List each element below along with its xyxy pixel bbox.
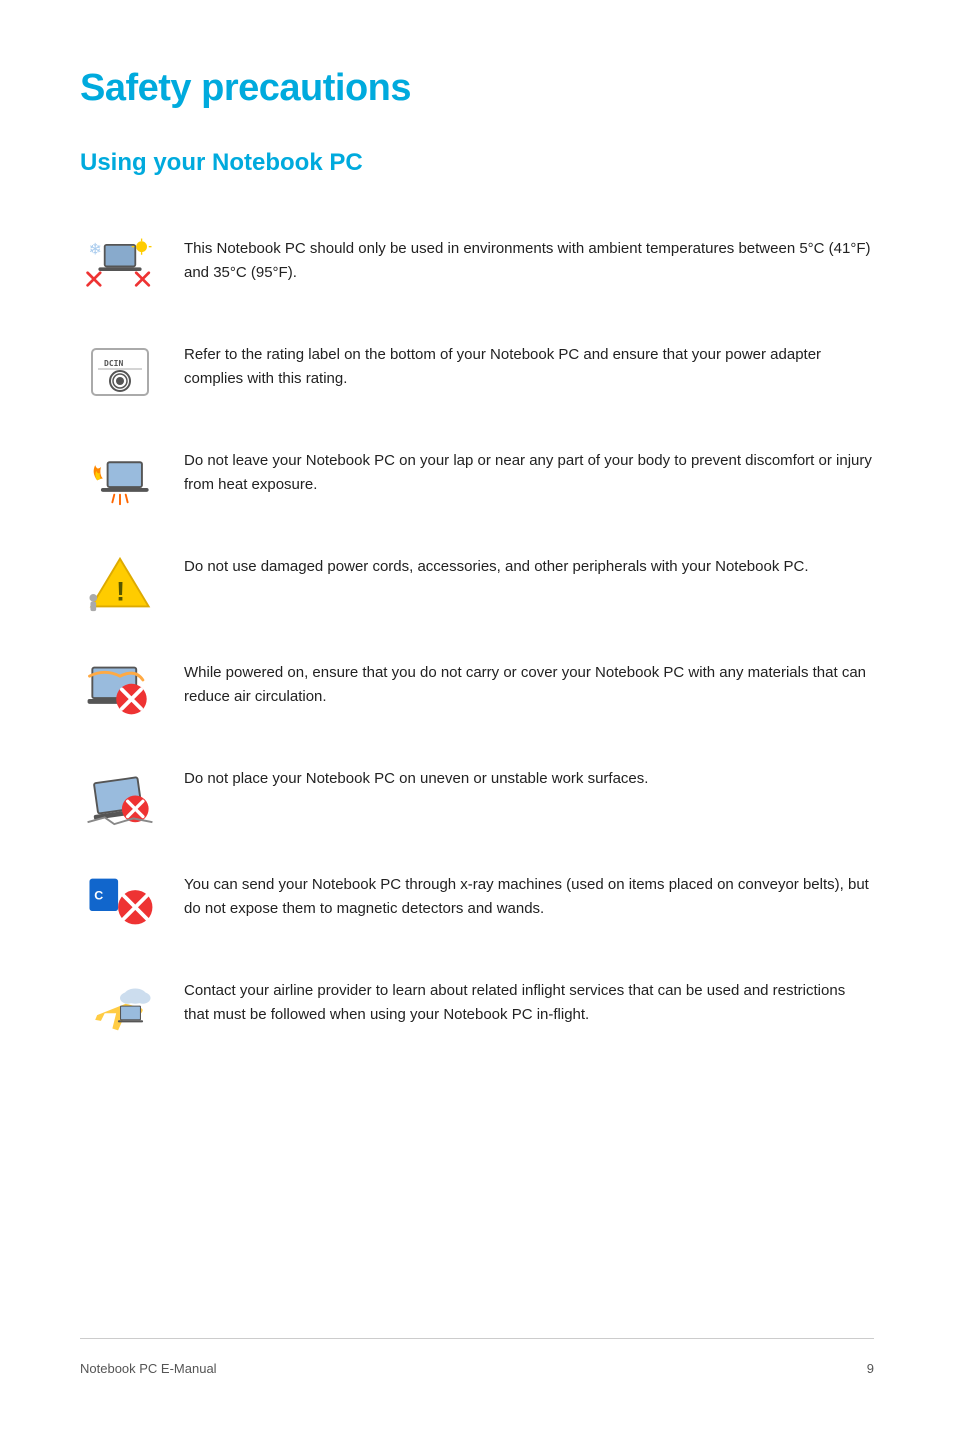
section-title: Using your Notebook PC bbox=[80, 145, 874, 181]
list-item: Do not place your Notebook PC on uneven … bbox=[80, 743, 874, 849]
temperature-icon: ❄ bbox=[80, 231, 160, 301]
svg-text:DCIN: DCIN bbox=[104, 359, 123, 368]
list-item: Do not leave your Notebook PC on your la… bbox=[80, 425, 874, 531]
safety-items-list: ❄ bbox=[80, 213, 874, 1061]
item-text-rating: Refer to the rating label on the bottom … bbox=[184, 337, 874, 391]
air-circulation-icon bbox=[80, 655, 160, 725]
svg-text:❄: ❄ bbox=[89, 241, 103, 259]
svg-text:!: ! bbox=[116, 577, 125, 607]
footer-left-text: Notebook PC E-Manual bbox=[80, 1359, 217, 1379]
page-container: Safety precautions Using your Notebook P… bbox=[0, 0, 954, 1438]
item-text-airline: Contact your airline provider to learn a… bbox=[184, 973, 874, 1027]
svg-text:C: C bbox=[94, 889, 103, 903]
list-item: While powered on, ensure that you do not… bbox=[80, 637, 874, 743]
list-item: C You can send your Notebook PC through … bbox=[80, 849, 874, 955]
airline-icon bbox=[80, 973, 160, 1043]
footer-page-number: 9 bbox=[867, 1359, 874, 1379]
page-title: Safety precautions bbox=[80, 60, 874, 117]
list-item: ! Do not use damaged power cords, access… bbox=[80, 531, 874, 637]
list-item: DCIN Refer to the rating label on the bo… bbox=[80, 319, 874, 425]
heat-icon bbox=[80, 443, 160, 513]
item-text-damaged: Do not use damaged power cords, accessor… bbox=[184, 549, 874, 579]
item-text-xray: You can send your Notebook PC through x-… bbox=[184, 867, 874, 921]
list-item: ❄ bbox=[80, 213, 874, 319]
item-text-surface: Do not place your Notebook PC on uneven … bbox=[184, 761, 874, 791]
item-text-heat: Do not leave your Notebook PC on your la… bbox=[184, 443, 874, 497]
item-text-air: While powered on, ensure that you do not… bbox=[184, 655, 874, 709]
xray-icon: C bbox=[80, 867, 160, 937]
damaged-cords-icon: ! bbox=[80, 549, 160, 619]
item-text-temperature: This Notebook PC should only be used in … bbox=[184, 231, 874, 285]
page-footer: Notebook PC E-Manual 9 bbox=[80, 1338, 874, 1379]
rating-label-icon: DCIN bbox=[80, 337, 160, 407]
list-item: Contact your airline provider to learn a… bbox=[80, 955, 874, 1061]
uneven-surface-icon bbox=[80, 761, 160, 831]
